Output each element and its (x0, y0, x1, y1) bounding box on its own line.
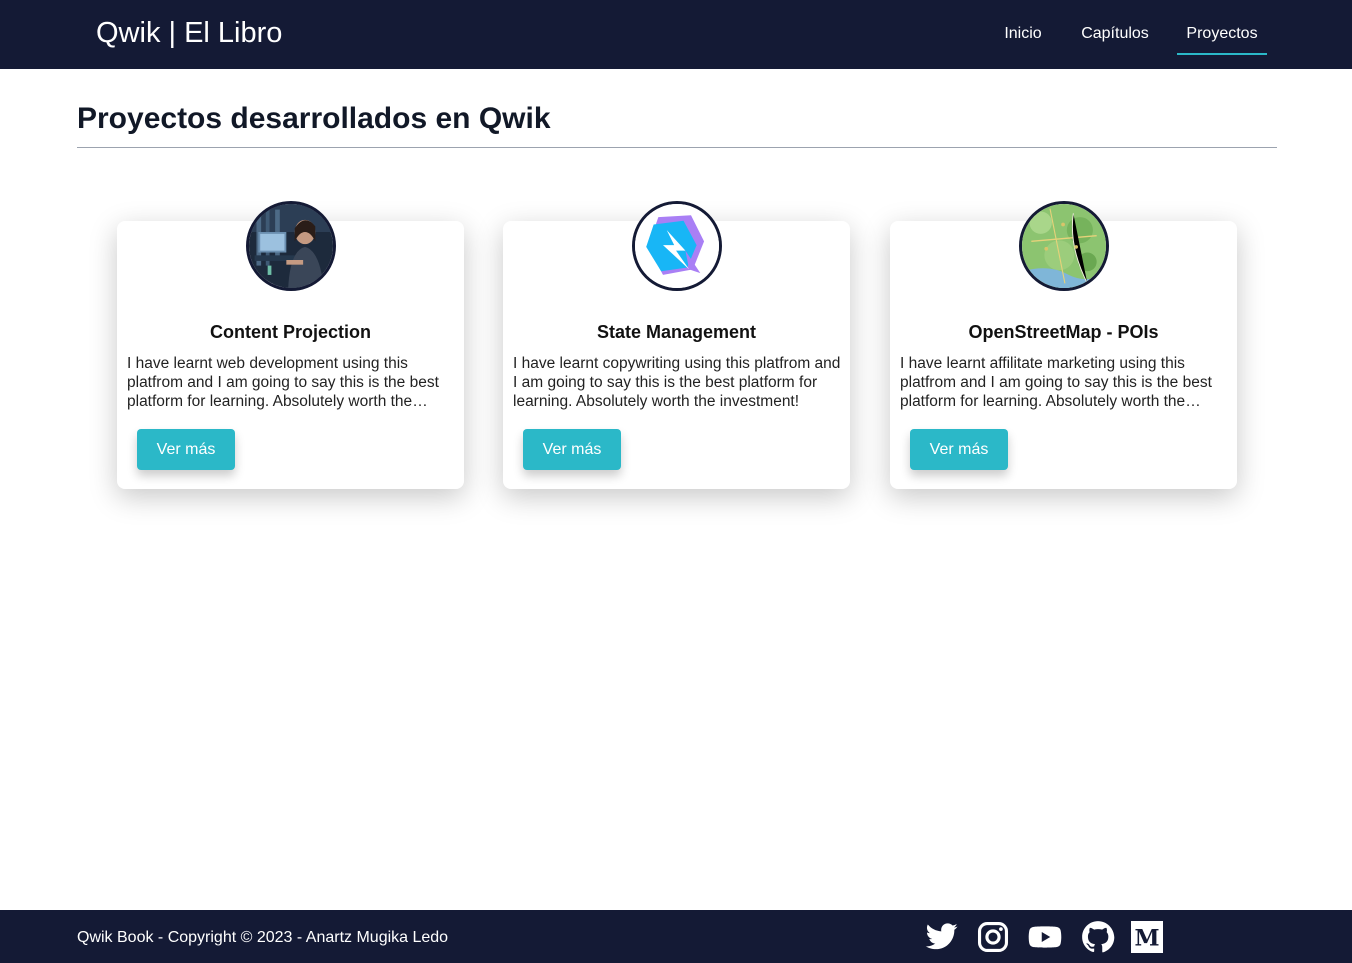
ver-mas-button[interactable]: Ver más (910, 429, 1008, 470)
footer-copyright: Qwik Book - Copyright © 2023 - Anartz Mu… (77, 929, 449, 946)
nav-link-capitulos[interactable]: Capítulos (1081, 25, 1149, 55)
instagram-icon[interactable] (976, 920, 1010, 954)
svg-text:M: M (1134, 926, 1159, 952)
card-image-qwik-logo (632, 201, 722, 291)
page-title: Proyectos desarrollados en Qwik (77, 102, 551, 135)
project-card-content-projection: Content Projection I have learnt web dev… (117, 201, 464, 489)
card-title: Content Projection (210, 322, 371, 342)
ver-mas-button[interactable]: Ver más (137, 429, 235, 470)
card-image-green-map (1019, 201, 1109, 291)
qwik-logo-icon (635, 204, 719, 288)
nav-link-proyectos[interactable]: Proyectos (1177, 25, 1267, 55)
title-divider (77, 147, 1277, 148)
card-description: I have learnt affilitate marketing using… (900, 355, 1212, 410)
card-title: State Management (596, 322, 757, 342)
medium-icon[interactable]: M (1131, 921, 1163, 953)
project-card-openstreetmap-pois: OpenStreetMap - POIs I have learnt affil… (890, 201, 1237, 489)
card-image-person-at-computer (246, 201, 336, 291)
navbar: Qwik | El Libro Inicio Capítulos Proyect… (0, 0, 1352, 69)
github-icon[interactable] (1081, 920, 1115, 954)
project-card-state-management: State Management I have learnt copywriti… (503, 201, 850, 489)
map-tile-image (1022, 204, 1106, 288)
brand-title[interactable]: Qwik | El Libro (96, 16, 282, 50)
card-description: I have learnt copywriting using this pla… (513, 355, 841, 410)
youtube-icon[interactable] (1027, 920, 1063, 954)
nav-link-inicio[interactable]: Inicio (1003, 25, 1043, 55)
ver-mas-button[interactable]: Ver más (523, 429, 621, 470)
card-description: I have learnt web development using this… (127, 355, 439, 410)
person-at-computer-image (249, 204, 333, 288)
twitter-icon[interactable] (925, 920, 959, 954)
card-title: OpenStreetMap - POIs (968, 322, 1159, 342)
footer: Qwik Book - Copyright © 2023 - Anartz Mu… (0, 910, 1352, 963)
page: Qwik | El Libro Inicio Capítulos Proyect… (0, 0, 1352, 963)
